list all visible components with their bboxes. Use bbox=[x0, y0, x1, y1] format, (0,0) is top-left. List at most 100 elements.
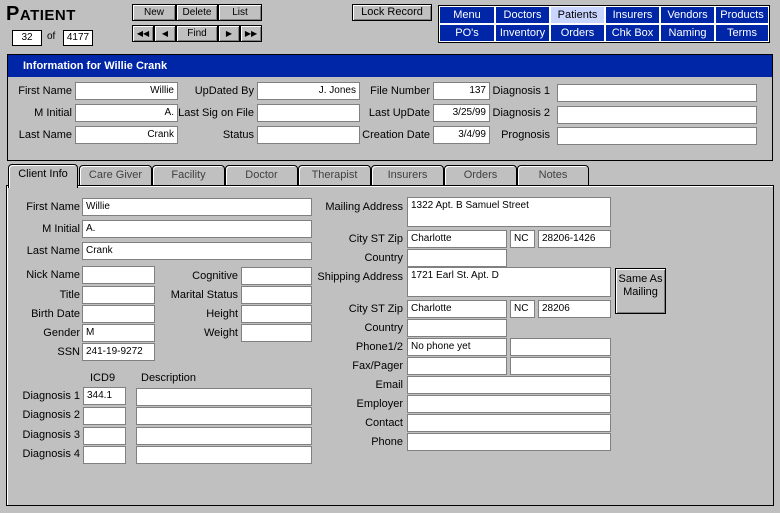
info-updated-by-label: UpDated By bbox=[194, 85, 254, 97]
info-prognosis-field[interactable] bbox=[557, 127, 757, 145]
icd9-header: ICD9 bbox=[90, 372, 116, 384]
phone2-field[interactable] bbox=[510, 338, 611, 356]
tab-therapist[interactable]: Therapist bbox=[298, 165, 371, 186]
shipping-city-st-zip-label: City ST Zip bbox=[348, 303, 403, 315]
fax-field[interactable] bbox=[407, 357, 507, 375]
nav-terms[interactable]: Terms bbox=[715, 24, 769, 42]
shipping-country-field[interactable] bbox=[407, 319, 507, 337]
first-name-field[interactable]: Willie bbox=[82, 198, 312, 216]
nav-menu[interactable]: Menu bbox=[439, 6, 495, 24]
mailing-country-label: Country bbox=[364, 252, 403, 264]
pager-field[interactable] bbox=[510, 357, 611, 375]
mailing-country-field[interactable] bbox=[407, 249, 507, 267]
mailing-zip-field[interactable]: 28206-1426 bbox=[538, 230, 611, 248]
marital-status-field[interactable] bbox=[241, 286, 312, 304]
height-field[interactable] bbox=[241, 305, 312, 323]
diagnosis3-icd9-field[interactable] bbox=[83, 427, 126, 445]
nav-products[interactable]: Products bbox=[715, 6, 769, 24]
gender-field[interactable]: M bbox=[82, 324, 155, 342]
list-button[interactable]: List bbox=[218, 4, 262, 21]
info-last-update-field[interactable]: 3/25/99 bbox=[433, 104, 490, 122]
info-m-initial-field[interactable]: A. bbox=[75, 104, 178, 122]
tab-insurers[interactable]: Insurers bbox=[371, 165, 444, 186]
nav-doctors[interactable]: Doctors bbox=[495, 6, 550, 24]
nick-name-field[interactable] bbox=[82, 266, 155, 284]
nav-patients[interactable]: Patients bbox=[550, 6, 605, 24]
shipping-city-field[interactable]: Charlotte bbox=[407, 300, 507, 318]
tab-notes[interactable]: Notes bbox=[517, 165, 589, 186]
shipping-zip-field[interactable]: 28206 bbox=[538, 300, 611, 318]
lock-record-button[interactable]: Lock Record bbox=[352, 4, 432, 21]
nav-insurers[interactable]: Insurers bbox=[605, 6, 660, 24]
nav-vendors[interactable]: Vendors bbox=[660, 6, 715, 24]
new-button[interactable]: New bbox=[132, 4, 176, 21]
email-field[interactable] bbox=[407, 376, 611, 394]
tab-care-giver[interactable]: Care Giver bbox=[79, 165, 152, 186]
contact-label: Contact bbox=[365, 417, 403, 429]
diagnosis2-icd9-field[interactable] bbox=[83, 407, 126, 425]
tab-doctor[interactable]: Doctor bbox=[225, 165, 298, 186]
birth-date-field[interactable] bbox=[82, 305, 155, 323]
nav-chk-box[interactable]: Chk Box bbox=[605, 24, 660, 42]
delete-button[interactable]: Delete bbox=[176, 4, 218, 21]
shipping-state-field[interactable]: NC bbox=[510, 300, 535, 318]
shipping-address-label: Shipping Address bbox=[317, 271, 403, 283]
mailing-state-field[interactable]: NC bbox=[510, 230, 535, 248]
diagnosis4-label: Diagnosis 4 bbox=[22, 448, 80, 460]
info-creation-date-field[interactable]: 3/4/99 bbox=[433, 126, 490, 144]
last-name-field[interactable]: Crank bbox=[82, 242, 312, 260]
diagnosis1-label: Diagnosis 1 bbox=[22, 390, 80, 402]
nav-pos[interactable]: PO's bbox=[439, 24, 495, 42]
title-field[interactable] bbox=[82, 286, 155, 304]
info-creation-date-label: Creation Date bbox=[362, 129, 430, 141]
info-last-update-label: Last UpDate bbox=[368, 107, 430, 119]
record-current[interactable]: 32 bbox=[12, 30, 42, 46]
contact-field[interactable] bbox=[407, 414, 611, 432]
info-diagnosis2-field[interactable] bbox=[557, 106, 757, 124]
diagnosis1-icd9-field[interactable]: 344.1 bbox=[83, 387, 126, 405]
cognitive-label: Cognitive bbox=[192, 270, 238, 282]
mailing-address-field[interactable]: 1322 Apt. B Samuel Street bbox=[407, 197, 611, 227]
shipping-address-field[interactable]: 1721 Earl St. Apt. D bbox=[407, 267, 611, 297]
diagnosis1-description-field[interactable] bbox=[136, 388, 312, 406]
find-button[interactable]: Find bbox=[176, 25, 218, 42]
diagnosis2-description-field[interactable] bbox=[136, 407, 312, 425]
record-of-label: of bbox=[47, 31, 56, 42]
record-total: 4177 bbox=[63, 30, 93, 46]
tab-facility[interactable]: Facility bbox=[152, 165, 225, 186]
info-last-sig-field[interactable] bbox=[257, 104, 360, 122]
info-last-name-label: Last Name bbox=[18, 129, 72, 141]
ssn-field[interactable]: 241-19-9272 bbox=[82, 343, 155, 361]
phone-field[interactable] bbox=[407, 433, 611, 451]
info-first-name-field[interactable]: Willie bbox=[75, 82, 178, 100]
tab-client-info[interactable]: Client Info bbox=[8, 164, 78, 188]
cognitive-field[interactable] bbox=[241, 267, 312, 285]
last-record-icon[interactable]: ▶▶ bbox=[240, 25, 262, 42]
diagnosis4-icd9-field[interactable] bbox=[83, 446, 126, 464]
employer-field[interactable] bbox=[407, 395, 611, 413]
prev-record-icon[interactable]: ◀ bbox=[154, 25, 176, 42]
nav-naming[interactable]: Naming bbox=[660, 24, 715, 42]
weight-field[interactable] bbox=[241, 324, 312, 342]
next-record-icon[interactable]: ▶ bbox=[218, 25, 240, 42]
ssn-label: SSN bbox=[57, 346, 80, 358]
mailing-city-field[interactable]: Charlotte bbox=[407, 230, 507, 248]
diagnosis4-description-field[interactable] bbox=[136, 446, 312, 464]
info-last-name-field[interactable]: Crank bbox=[75, 126, 178, 144]
diagnosis3-description-field[interactable] bbox=[136, 427, 312, 445]
nav-orders[interactable]: Orders bbox=[550, 24, 605, 42]
info-status-field[interactable] bbox=[257, 126, 360, 144]
birth-date-label: Birth Date bbox=[31, 308, 80, 320]
nav-inventory[interactable]: Inventory bbox=[495, 24, 550, 42]
phone1-field[interactable]: No phone yet bbox=[407, 338, 507, 356]
same-as-mailing-button[interactable]: Same As Mailing bbox=[615, 268, 666, 314]
info-diagnosis1-field[interactable] bbox=[557, 84, 757, 102]
tab-orders[interactable]: Orders bbox=[444, 165, 517, 186]
first-record-icon[interactable]: ◀◀ bbox=[132, 25, 154, 42]
diagnosis2-label: Diagnosis 2 bbox=[22, 409, 80, 421]
first-name-label: First Name bbox=[26, 201, 80, 213]
info-file-number-field[interactable]: 137 bbox=[433, 82, 490, 100]
shipping-country-label: Country bbox=[364, 322, 403, 334]
info-updated-by-field[interactable]: J. Jones bbox=[257, 82, 360, 100]
m-initial-field[interactable]: A. bbox=[82, 220, 312, 238]
